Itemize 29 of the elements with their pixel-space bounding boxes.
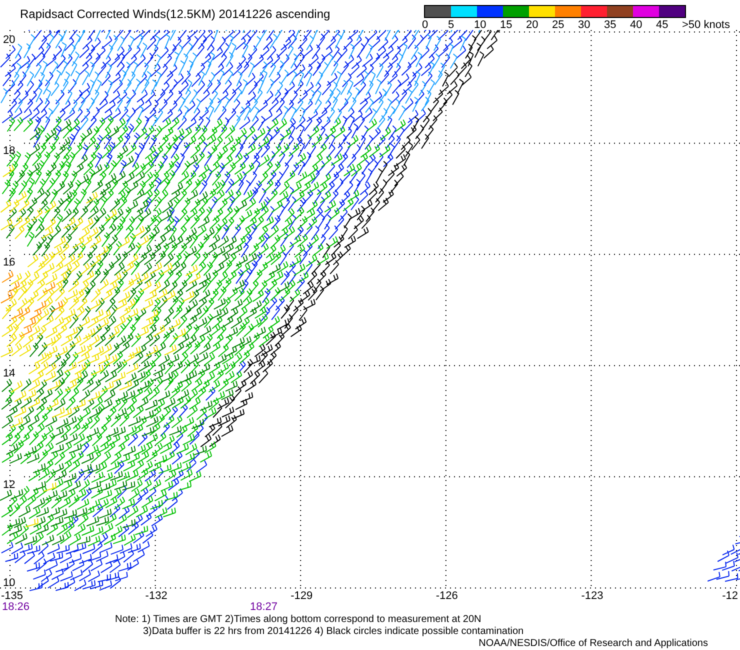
scale-label: 10 <box>474 20 488 31</box>
credit-text: NOAA/NESDIS/Office of Research and Applications <box>478 638 708 650</box>
latitude-label: 16 <box>3 256 16 268</box>
scale-label: >50 knots <box>682 20 730 31</box>
scale-label: 40 <box>630 20 644 31</box>
latitude-label: 14 <box>3 368 16 380</box>
longitude-label: -135 <box>1 590 24 602</box>
longitude-label: -132 <box>145 590 168 602</box>
time-label: 18:26 <box>2 601 30 612</box>
latitude-label: 12 <box>3 478 16 491</box>
chart-title: Rapidsact Corrected Winds(12.5KM) 20141226 ascending <box>20 8 330 20</box>
footnote: 3)Data buffer is 22 hrs from 20141226 4) Black circles indicate possible contamination <box>142 626 525 638</box>
scale-label: 0 <box>422 20 430 31</box>
longitude-label: -123 <box>581 590 604 602</box>
footnote: Note: 1) Times are GMT 2)Times along bottom correspond to measurement at 20N <box>114 614 482 626</box>
scale-label: 20 <box>526 20 540 31</box>
scale-label: 25 <box>552 20 566 31</box>
longitude-label: -126 <box>436 590 458 602</box>
longitude-label: -12 <box>722 590 738 602</box>
scale-label: 35 <box>604 20 618 31</box>
scale-label: 5 <box>448 20 456 31</box>
scale-label: 30 <box>578 20 592 31</box>
scale-label: 45 <box>656 20 670 31</box>
time-label: 18:27 <box>250 601 278 612</box>
latitude-label: 18 <box>3 145 16 158</box>
scale-label: 15 <box>500 20 514 31</box>
longitude-label: -129 <box>290 590 313 602</box>
latitude-label: 10 <box>3 577 16 589</box>
latitude-label: 20 <box>3 34 16 46</box>
